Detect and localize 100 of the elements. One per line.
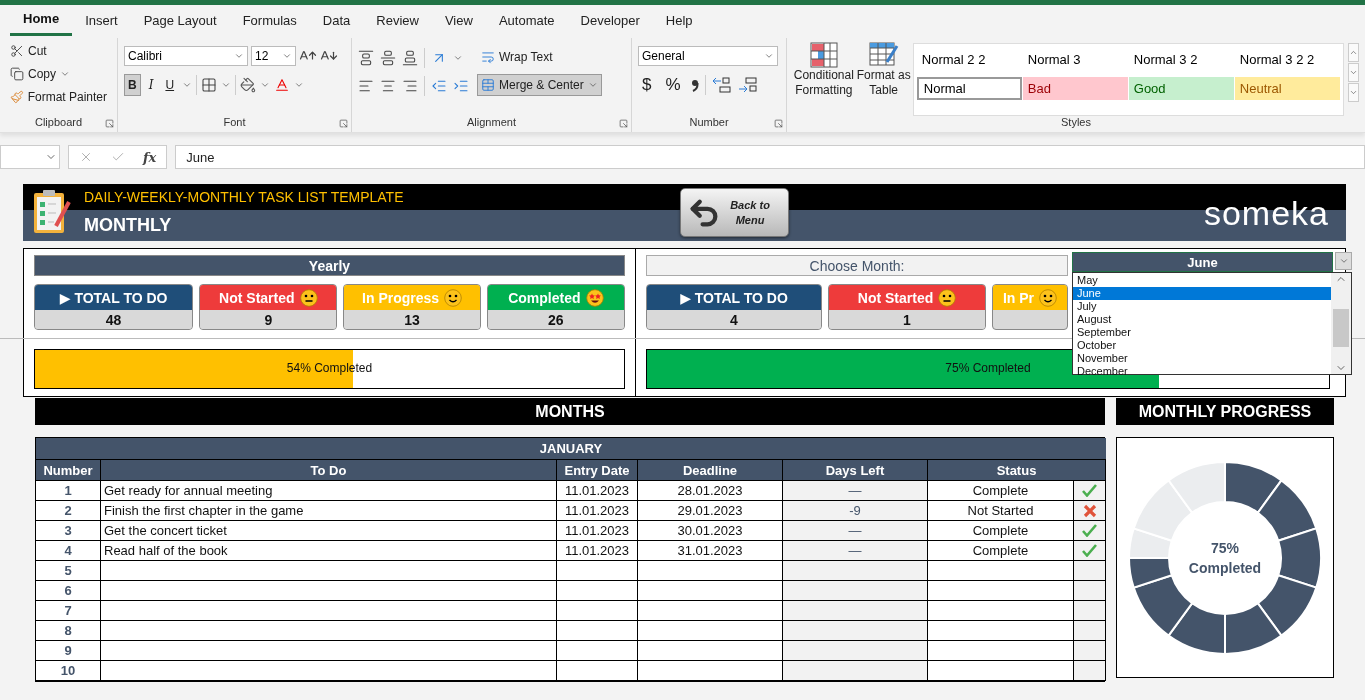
name-box[interactable] [0,145,60,169]
row-number: 5 [36,561,101,581]
dialog-launcher-icon[interactable] [619,119,628,128]
table-cell: Finish the first chapter in the game [101,501,557,521]
month-option[interactable]: August [1073,313,1331,326]
copy-icon [10,67,24,81]
cell-style[interactable]: Neutral [1234,77,1340,100]
increase-decimal-icon [711,76,732,94]
align-right-icon [402,78,418,94]
cell-style[interactable]: Good [1128,77,1234,100]
group-label: Number [689,116,729,130]
conditional-formatting-icon [809,42,838,68]
section-header: Yearly [34,255,625,276]
month-title: JANUARY [36,438,1106,460]
table-cell: — [783,521,928,541]
copy-button[interactable]: Copy [6,63,111,85]
insert-function-button[interactable]: fx [143,149,157,165]
month-option[interactable]: June [1073,287,1331,300]
format-as-table-button[interactable]: Format as Table [856,40,911,116]
format-table-icon [868,42,899,68]
cell-style[interactable]: Normal [916,77,1022,100]
caret-icon [234,51,244,61]
month-option[interactable]: July [1073,300,1331,313]
row-number: 10 [36,661,101,681]
month-option[interactable]: November [1073,352,1331,365]
align-left-icon [358,78,374,94]
font-name-field[interactable]: Calibri [124,46,248,66]
row-number: 8 [36,621,101,641]
cell-style[interactable]: Normal 3 2 2 [1234,46,1340,73]
dialog-launcher-icon[interactable] [774,119,783,128]
ribbon-tab[interactable]: Data [309,6,364,34]
underline-button[interactable]: U [161,74,179,96]
more-styles-button[interactable] [1347,83,1359,102]
cell-style[interactable]: Normal 3 2 [1128,46,1234,73]
ribbon-tab[interactable]: Formulas [229,6,310,34]
month-selector[interactable]: June [1072,252,1333,272]
page-title: MONTHLY [84,215,172,236]
conditional-formatting-button[interactable]: Conditional Formatting [793,40,855,116]
ribbon-tab[interactable]: Developer [567,6,653,34]
filled-segment [1256,478,1318,542]
scroll-up-button[interactable] [1347,43,1359,62]
wrap-text-button[interactable]: Wrap Text [477,46,557,68]
dialog-launcher-icon[interactable] [105,119,114,128]
section-title: MONTHLY PROGRESS [1116,398,1334,425]
card-label: ▶ TOTAL TO DO [680,289,788,306]
caret-icon [182,80,193,90]
smiling-face-icon [1039,288,1058,307]
ribbon-tab[interactable]: Page Layout [130,6,230,34]
dropdown-button[interactable] [1335,252,1352,270]
back-to-menu-button[interactable]: Back to Menu [680,188,789,237]
column-header: Entry Date [557,460,638,481]
ribbon-tab[interactable]: Automate [485,6,568,34]
cell-style[interactable]: Normal 2 2 [916,46,1022,73]
cell-style[interactable]: Bad [1022,77,1128,100]
cell-style[interactable]: Normal 3 [1022,46,1128,73]
align-middle-icon [380,50,396,66]
month-option[interactable]: October [1073,339,1331,352]
format-painter-button[interactable]: Format Painter [6,86,111,108]
table-cell: Get ready for annual meeting [101,481,557,501]
filled-segment [1167,601,1226,655]
align-center-icon [380,78,396,94]
clipboard-checklist-icon [32,188,72,236]
currency-button[interactable]: $ [638,74,656,96]
cancel-icon [79,150,93,164]
month-option[interactable]: December [1073,365,1331,378]
scroll-down-button[interactable] [1347,63,1359,82]
progress-caption: Completed [1188,558,1262,578]
cut-button[interactable]: Cut [6,40,111,62]
decrease-indent-icon [431,78,447,94]
wrap-text-icon [481,50,495,64]
comma-style-icon [690,78,699,92]
caret-icon [1338,256,1349,266]
status-icon-cell [1074,601,1106,621]
font-size-field[interactable]: 12 [251,46,296,66]
group-label: Font [223,116,246,130]
month-option[interactable]: May [1073,274,1331,287]
table-cell: Complete [928,481,1074,501]
table-cell: 30.01.2023 [638,521,783,541]
italic-button[interactable]: I [144,74,158,96]
group-label: Styles [1061,116,1091,130]
ribbon-tab[interactable]: Home [10,4,73,36]
bold-button[interactable]: B [124,74,141,96]
dialog-launcher-icon[interactable] [339,119,348,128]
smiling-face-icon [444,288,463,307]
month-option[interactable]: September [1073,326,1331,339]
ribbon-tab[interactable]: Insert [72,6,131,34]
merge-center-button[interactable]: Merge & Center [477,74,602,96]
caret-icon [764,51,774,61]
formula-input[interactable]: June [175,145,1365,169]
row-number: 9 [36,641,101,661]
chevron-down-icon [1348,88,1358,97]
ribbon-tab[interactable]: View [431,6,486,34]
scroll-thumb[interactable] [1333,309,1349,347]
percent-button[interactable]: % [661,74,685,96]
enter-icon [111,150,125,164]
ribbon-tab[interactable]: Help [652,6,706,34]
ribbon-tab[interactable]: Review [363,6,432,34]
number-format-field[interactable]: General [638,46,778,66]
font-color-icon [274,77,291,93]
increase-indent-icon [453,78,469,94]
